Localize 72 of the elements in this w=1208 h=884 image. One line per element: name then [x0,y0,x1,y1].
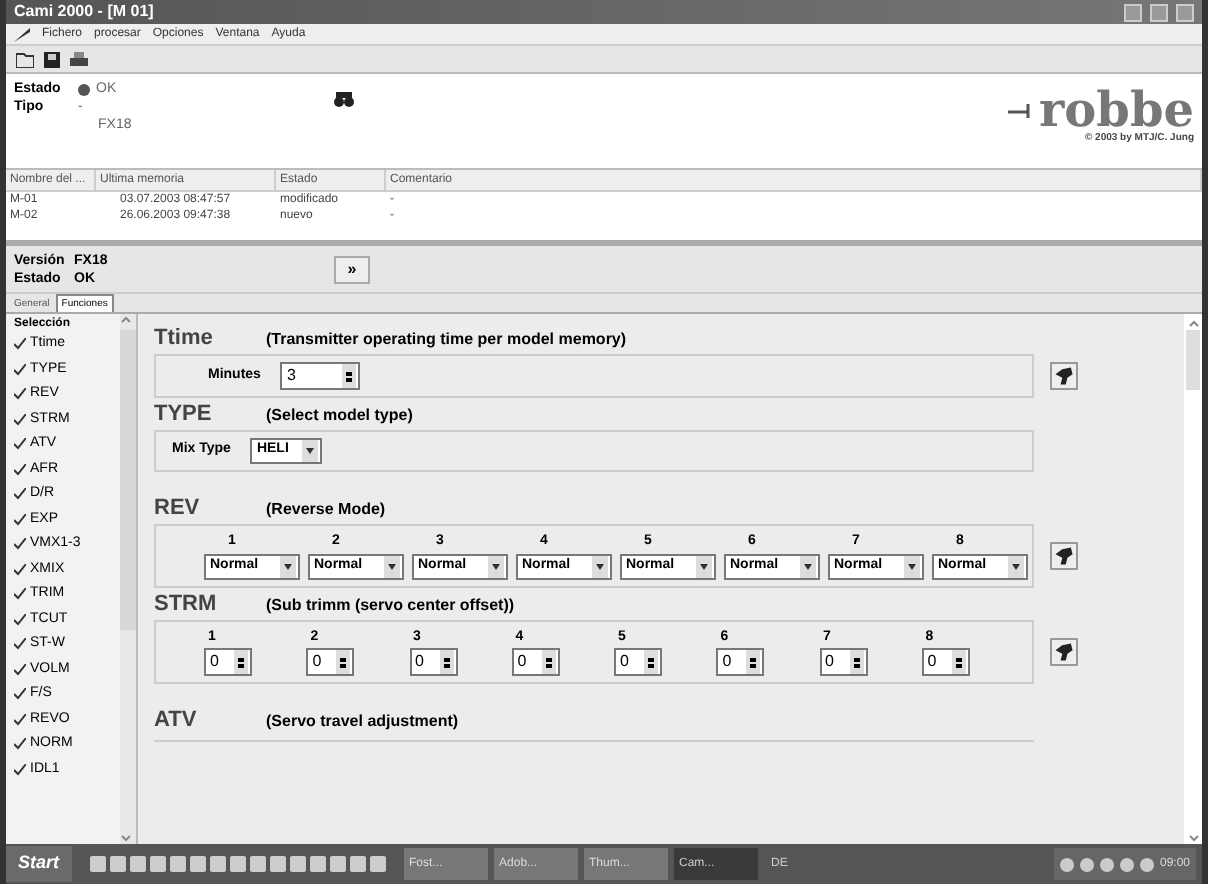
logo: robbe [1039,88,1194,132]
window-title: Cami 2000 - [M 01] [14,0,154,24]
checkbox[interactable] [14,513,26,526]
caret-icon[interactable] [592,555,608,577]
checkbox[interactable] [14,538,26,551]
scroll-up-icon[interactable] [120,314,132,326]
checkbox[interactable] [14,563,26,576]
caret-icon[interactable] [904,555,920,577]
caret-icon[interactable] [800,555,816,577]
section-title: REV [154,494,202,524]
checkbox[interactable] [14,688,26,701]
caret-icon[interactable] [1008,555,1024,577]
section-title: Ttime [154,324,215,354]
scrollbar[interactable] [1184,314,1202,844]
spin-field[interactable]: 0 [716,648,765,676]
spin-arrows-icon[interactable] [541,650,556,674]
spin-arrows-icon[interactable] [951,650,966,674]
section-description: (Sub trimm (servo center offset)) [266,593,515,617]
scroll-up-icon[interactable] [1187,318,1199,330]
checkbox[interactable] [14,738,26,751]
scroll-thumb[interactable] [120,330,136,630]
section-title: ATV [154,706,199,736]
checkbox[interactable] [14,663,26,676]
checkbox[interactable] [14,638,26,651]
folder-icon[interactable] [16,51,34,67]
scrollbar[interactable] [120,314,136,844]
section-description: (Transmitter operating time per model memory) [266,328,627,352]
checkbox[interactable] [14,763,26,776]
checkbox[interactable] [14,488,26,501]
checkbox[interactable] [14,388,26,401]
logo-mark-icon [1007,102,1036,118]
spin-arrows-icon[interactable] [644,650,658,674]
spin-arrows-icon[interactable] [342,364,357,388]
spin-arrows-icon[interactable] [439,650,453,674]
section-title: STRM [154,589,219,619]
save-icon[interactable] [44,51,60,67]
checkbox[interactable] [14,588,26,601]
checkbox[interactable] [14,713,26,726]
checkbox[interactable] [14,438,26,451]
binoculars-icon[interactable] [334,92,354,108]
spin-field[interactable]: 0 [819,648,867,676]
checkbox[interactable] [14,363,26,376]
checkbox[interactable] [14,463,26,476]
spin-arrows-icon[interactable] [746,650,761,674]
caret-icon[interactable] [384,555,400,577]
checkbox[interactable] [14,613,26,626]
spin-field[interactable]: 3 [280,362,361,390]
spin-arrows-icon[interactable] [234,650,248,674]
checkbox[interactable] [14,413,26,426]
section-description: (Reverse Mode) [266,498,386,522]
spin-field[interactable]: 0 [614,648,662,676]
scroll-down-icon[interactable] [120,832,132,844]
start-button[interactable]: Start [6,846,72,882]
section-title: TYPE [154,400,214,430]
spin-arrows-icon[interactable] [849,650,863,674]
checkbox[interactable] [14,338,26,351]
section-description: (Servo travel adjustment) [266,710,459,734]
forward-button[interactable]: » [334,255,370,283]
spin-field[interactable]: 0 [511,648,560,676]
caret-icon[interactable] [280,555,296,577]
scroll-down-icon[interactable] [1187,832,1199,844]
spin-field[interactable]: 0 [921,648,970,676]
printer-icon[interactable] [70,51,88,67]
caret-icon[interactable] [302,440,319,462]
spin-arrows-icon[interactable] [336,650,351,674]
spin-field[interactable]: 0 [204,648,252,676]
spin-field[interactable]: 0 [306,648,355,676]
spin-field[interactable]: 0 [409,648,457,676]
section-description: (Select model type) [266,404,413,428]
caret-icon[interactable] [488,555,504,577]
scroll-thumb[interactable] [1186,330,1200,390]
caret-icon[interactable] [696,555,712,577]
